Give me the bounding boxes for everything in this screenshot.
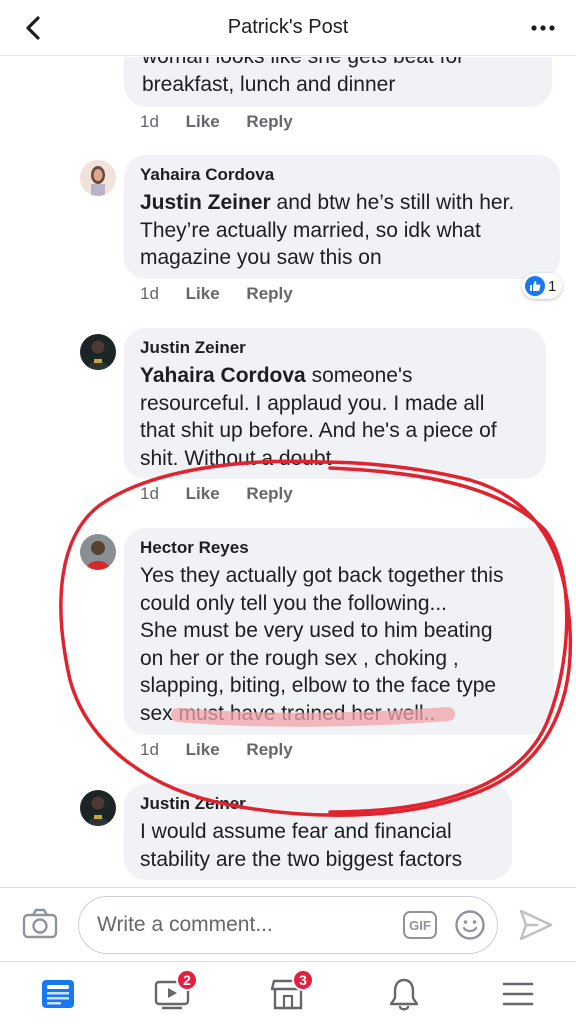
reply-link[interactable]: Reply bbox=[246, 484, 292, 504]
comment-actions: 1d Like Reply bbox=[140, 284, 315, 304]
comment-actions: 1d Like Reply bbox=[140, 484, 315, 504]
page-title: Patrick's Post bbox=[227, 16, 349, 38]
like-link[interactable]: Like bbox=[186, 284, 220, 304]
comment-author[interactable]: Justin Zeiner bbox=[140, 338, 530, 358]
comment-text-line: stability are the two biggest factors bbox=[140, 847, 463, 871]
comment-time: 1d bbox=[140, 484, 159, 503]
comment-text-line: resourceful. I applaud you. I made all bbox=[140, 391, 485, 415]
camera-icon bbox=[22, 908, 58, 939]
comment-text-line: She must be very used to him beating bbox=[140, 619, 493, 642]
comment-time: 1d bbox=[140, 740, 159, 759]
comment-text-line: magazine you saw this on bbox=[140, 246, 382, 269]
comment-list: woman looks like she gets beat for break… bbox=[0, 57, 576, 887]
like-link[interactable]: Like bbox=[186, 112, 220, 132]
avatar[interactable] bbox=[80, 334, 116, 370]
nav-marketplace[interactable]: 3 bbox=[252, 962, 324, 1024]
send-icon bbox=[519, 909, 553, 941]
comment-text-line: and btw he’s still with her. bbox=[270, 191, 515, 214]
comment-text-line: slapping, biting, elbow to the face type bbox=[140, 674, 497, 697]
comment-bubble[interactable]: Yahaira Cordova Justin Zeiner and btw he… bbox=[124, 155, 560, 279]
notifications-icon bbox=[389, 978, 419, 1010]
comment-actions: 1d Like Reply bbox=[140, 112, 315, 132]
reaction-badge[interactable]: 1 bbox=[522, 273, 563, 299]
emoji-button[interactable] bbox=[454, 909, 486, 941]
comment-bubble[interactable]: Justin Zeiner I would assume fear and fi… bbox=[124, 784, 512, 880]
comment-author[interactable]: Yahaira Cordova bbox=[140, 165, 544, 185]
reply-link[interactable]: Reply bbox=[246, 284, 292, 304]
avatar[interactable] bbox=[80, 160, 116, 196]
comment-author[interactable]: Hector Reyes bbox=[140, 538, 538, 558]
comment-bubble[interactable]: Hector Reyes Yes they actually got back … bbox=[124, 528, 554, 735]
nav-news-feed[interactable] bbox=[22, 962, 94, 1024]
comment-text-line: shit. Without a doubt bbox=[140, 446, 332, 470]
emoji-icon bbox=[455, 910, 485, 940]
comment-text-line: that shit up before. And he's a piece of bbox=[140, 419, 497, 442]
menu-icon bbox=[502, 982, 534, 1005]
comment-bubble[interactable]: woman looks like she gets beat for break… bbox=[124, 57, 552, 107]
comment-text-line: could only tell you the following... bbox=[140, 591, 448, 615]
avatar[interactable] bbox=[80, 534, 116, 570]
comment-author[interactable]: Justin Zeiner bbox=[140, 794, 496, 814]
reply-link[interactable]: Reply bbox=[246, 112, 292, 132]
avatar[interactable] bbox=[80, 790, 116, 826]
comment-text-line: woman looks like she gets beat for bbox=[142, 57, 534, 71]
nav-notifications[interactable] bbox=[368, 962, 440, 1024]
comment-text-line: They’re actually married, so idk what bbox=[140, 218, 481, 242]
news-feed-icon bbox=[42, 979, 74, 1008]
comment-text-line: breakfast, lunch and dinner bbox=[142, 72, 396, 96]
like-thumb-icon bbox=[525, 276, 545, 296]
reaction-count: 1 bbox=[548, 277, 557, 295]
mention-link[interactable]: Yahaira Cordova bbox=[140, 364, 306, 387]
more-options-button[interactable] bbox=[528, 14, 558, 42]
comment-text-line: on her or the rough sex , choking , bbox=[140, 646, 459, 670]
comment-time: 1d bbox=[140, 112, 159, 131]
nav-menu[interactable] bbox=[482, 962, 554, 1024]
mention-link[interactable]: Justin Zeiner bbox=[140, 191, 271, 214]
reply-link[interactable]: Reply bbox=[246, 740, 292, 760]
comment-text-line: I would assume fear and financial bbox=[140, 820, 452, 843]
like-link[interactable]: Like bbox=[186, 484, 220, 504]
comment-time: 1d bbox=[140, 284, 159, 303]
post-header: Patrick's Post bbox=[0, 0, 576, 56]
comment-text-line: sex must have trained her well.. bbox=[140, 701, 436, 725]
gif-label: GIF bbox=[409, 917, 431, 933]
send-button[interactable] bbox=[518, 908, 554, 942]
nav-video[interactable]: 2 bbox=[136, 962, 208, 1024]
video-badge: 2 bbox=[176, 969, 198, 991]
comment-actions: 1d Like Reply bbox=[140, 740, 315, 760]
more-icon bbox=[531, 25, 555, 31]
comment-bubble[interactable]: Justin Zeiner Yahaira Cordova someone's … bbox=[124, 328, 546, 479]
comment-composer: GIF bbox=[0, 887, 576, 961]
like-link[interactable]: Like bbox=[186, 740, 220, 760]
gif-button[interactable]: GIF bbox=[403, 911, 437, 939]
camera-button[interactable] bbox=[22, 908, 58, 940]
marketplace-badge: 3 bbox=[292, 969, 314, 991]
comment-text-line: Yes they actually got back together this bbox=[140, 564, 504, 587]
bottom-navigation: 2 3 bbox=[0, 961, 576, 1024]
comment-text-line: someone's bbox=[305, 364, 413, 387]
